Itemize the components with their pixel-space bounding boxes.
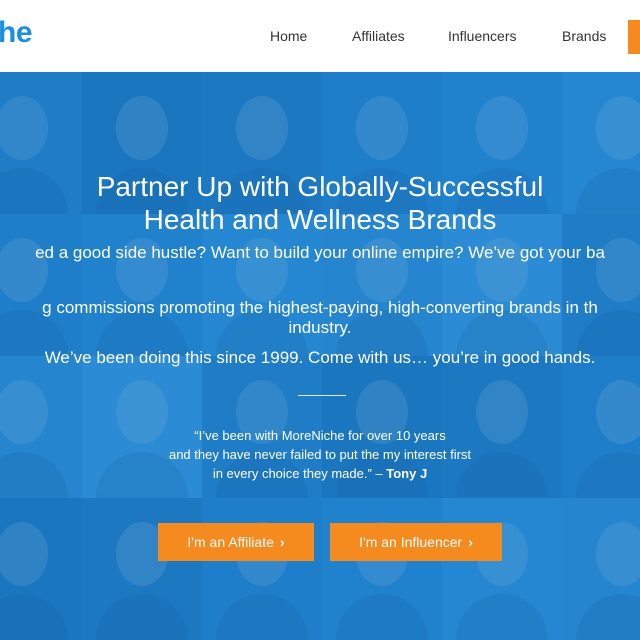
hero-lead-commissions-line-1: g commissions promoting the highest-payi… — [42, 298, 598, 317]
testimonial-quote: “I’ve been with MoreNiche for over 10 ye… — [120, 426, 520, 483]
nav-influencers[interactable]: Influencers — [448, 28, 516, 44]
chevron-right-icon: › — [279, 534, 285, 550]
chevron-right-icon: › — [468, 534, 473, 550]
nav-cta-button[interactable] — [628, 20, 640, 54]
nav-brands[interactable]: Brands — [562, 28, 606, 44]
affiliate-button-label: I'm an Affiliate — [187, 534, 274, 550]
quote-dash: – — [371, 466, 387, 481]
hero-lead-commissions-line-2: industry. — [288, 318, 352, 337]
hero-content: Partner Up with Globally-Successful Heal… — [0, 72, 640, 640]
site-header: he Home Affiliates Influencers Brands — [0, 0, 640, 72]
hero-lead-commissions: g commissions promoting the highest-payi… — [0, 298, 640, 338]
nav-affiliates[interactable]: Affiliates — [352, 28, 405, 44]
quote-line-2: and they have never failed to put the my… — [168, 447, 472, 462]
hero-title-line-2: Health and Wellness Brands — [143, 204, 497, 235]
hero-divider — [298, 395, 346, 396]
hero-title: Partner Up with Globally-Successful Heal… — [0, 170, 640, 236]
nav-home[interactable]: Home — [270, 28, 307, 44]
influencer-button[interactable]: I'm an Influencer › — [330, 523, 502, 561]
quote-line-1: “I’ve been with MoreNiche for over 10 ye… — [194, 428, 446, 443]
quote-author: Tony J — [386, 466, 428, 481]
affiliate-button[interactable]: I'm an Affiliate › — [158, 523, 314, 561]
hero-lead-since: We’ve been doing this since 1999. Come w… — [44, 348, 596, 367]
hero-lead-hustle: ed a good side hustle? Want to build you… — [35, 243, 605, 262]
influencer-button-label: I'm an Influencer — [359, 534, 463, 550]
quote-line-3-text: in every choice they made.” — [212, 466, 372, 481]
main-nav: Home Affiliates Influencers Brands — [0, 28, 640, 48]
quote-line-3: in every choice they made.” – Tony J — [120, 464, 520, 483]
hero-title-line-1: Partner Up with Globally-Successful — [96, 171, 544, 202]
